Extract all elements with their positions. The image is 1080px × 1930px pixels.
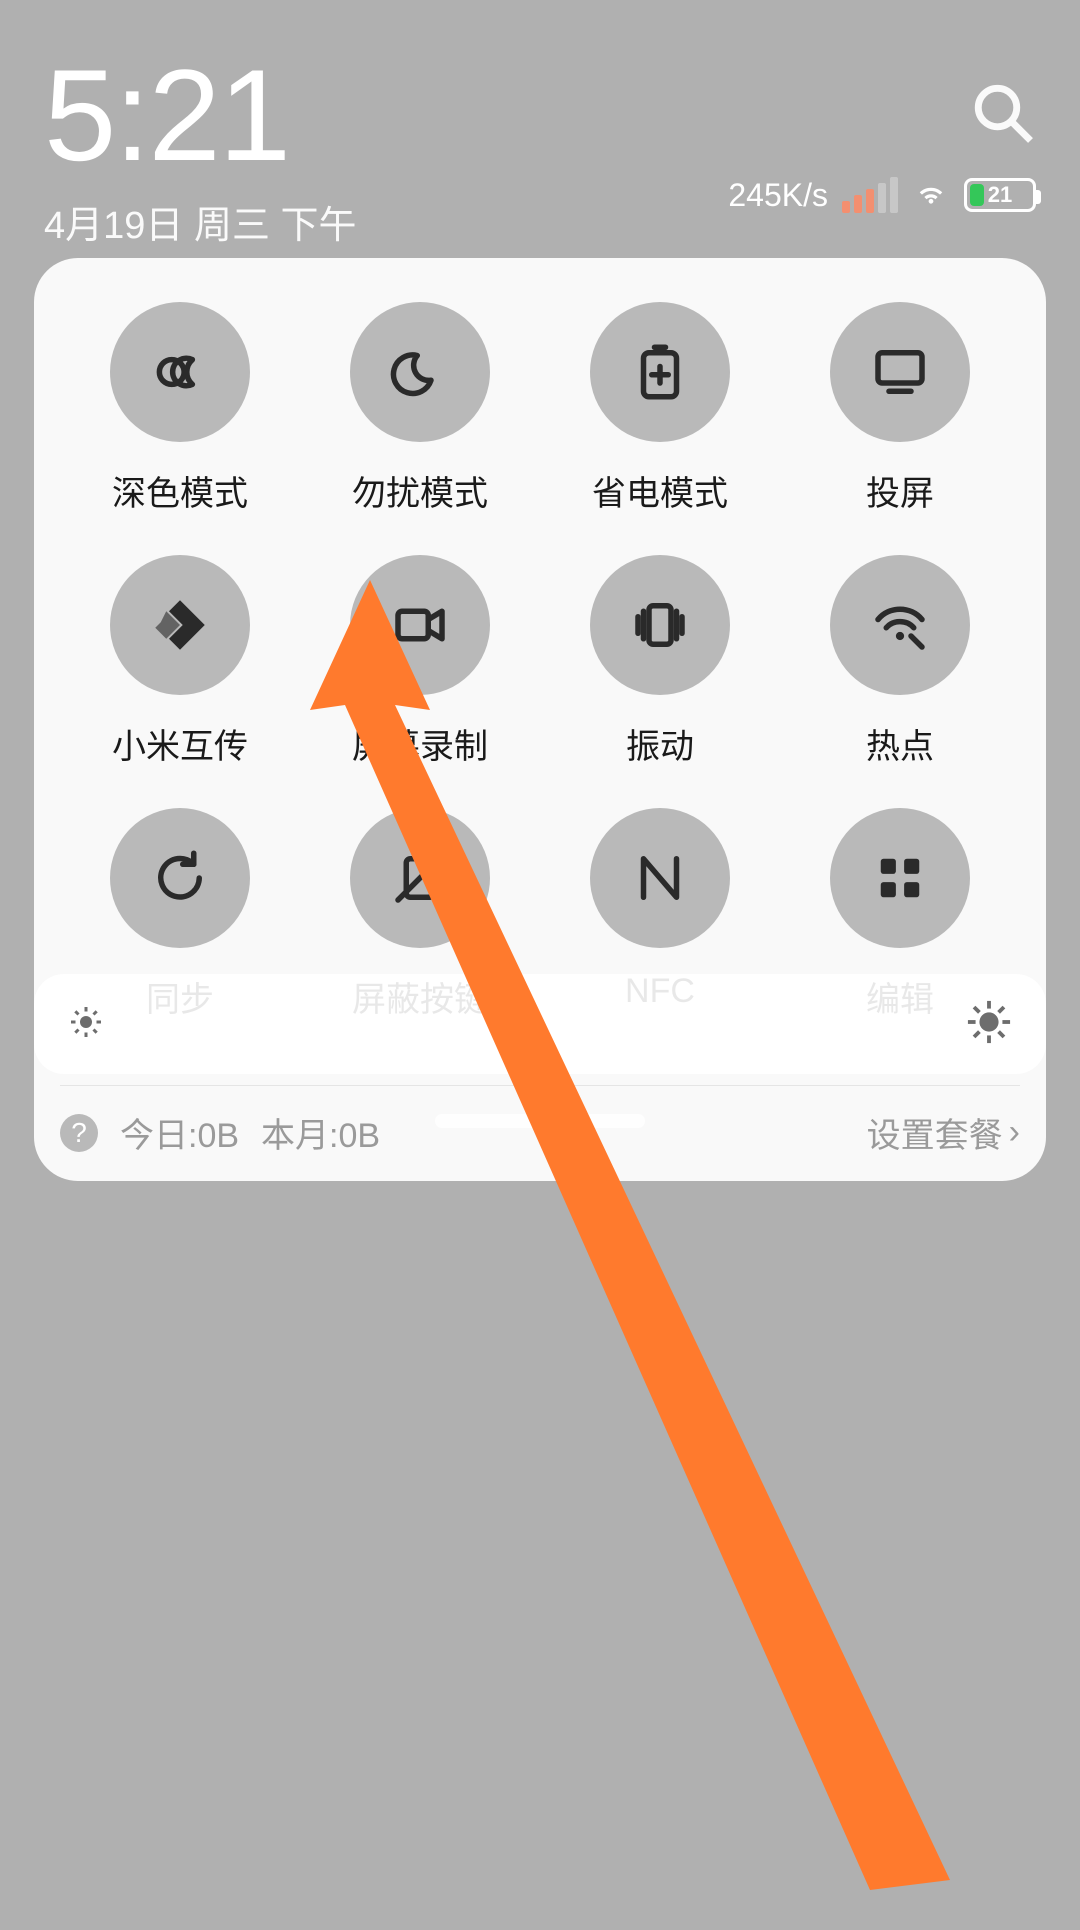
- search-icon[interactable]: [970, 80, 1036, 146]
- tile-dark-mode[interactable]: 深色模式: [60, 302, 300, 515]
- help-icon: ?: [60, 1114, 98, 1152]
- tile-dnd[interactable]: 勿扰模式: [300, 302, 540, 515]
- tile-screen-record[interactable]: 屏幕录制: [300, 555, 540, 768]
- control-center-header: 5:21 4月19日 周三 下午 245K/s 21: [0, 0, 1080, 249]
- status-bar-right: 245K/s 21: [728, 172, 1036, 218]
- moon-icon: [350, 302, 490, 442]
- nfc-icon: [590, 808, 730, 948]
- vibrate-icon: [590, 555, 730, 695]
- tile-battery-saver[interactable]: 省电模式: [540, 302, 780, 515]
- mi-share-icon: [110, 555, 250, 695]
- set-plan-link[interactable]: 设置套餐›: [867, 1108, 1020, 1157]
- sync-icon: [110, 808, 250, 948]
- tile-mi-share[interactable]: 小米互传: [60, 555, 300, 768]
- tile-label: 勿扰模式: [352, 466, 488, 515]
- brightness-low-icon: [68, 1004, 104, 1045]
- dark-mode-icon: [110, 302, 250, 442]
- cast-icon: [830, 302, 970, 442]
- video-icon: [350, 555, 490, 695]
- network-speed: 245K/s: [728, 177, 828, 214]
- cellular-signal-icon: [842, 177, 898, 213]
- tile-label: 屏幕录制: [352, 719, 488, 768]
- battery-indicator: 21: [964, 178, 1036, 212]
- panel-drag-handle[interactable]: [435, 1114, 645, 1128]
- brightness-high-icon: [966, 999, 1012, 1050]
- tile-label: 热点: [866, 719, 934, 768]
- brightness-slider[interactable]: [34, 974, 1046, 1074]
- tile-label: 小米互传: [112, 719, 248, 768]
- clock-time: 5:21: [44, 50, 1036, 180]
- hotspot-icon: [830, 555, 970, 695]
- tile-label: 振动: [626, 719, 694, 768]
- battery-level: 21: [967, 182, 1033, 208]
- data-usage-month: 本月:0B: [261, 1108, 380, 1157]
- tile-label: 深色模式: [112, 466, 248, 515]
- tile-label: 投屏: [866, 466, 934, 515]
- tile-vibrate[interactable]: 振动: [540, 555, 780, 768]
- tile-hotspot[interactable]: 热点: [780, 555, 1020, 768]
- battery-plus-icon: [590, 302, 730, 442]
- data-usage-today: 今日:0B: [120, 1108, 239, 1157]
- tile-label: 省电模式: [592, 466, 728, 515]
- wifi-icon: [912, 172, 950, 218]
- tile-cast[interactable]: 投屏: [780, 302, 1020, 515]
- edit-grid-icon: [830, 808, 970, 948]
- block-keys-icon: [350, 808, 490, 948]
